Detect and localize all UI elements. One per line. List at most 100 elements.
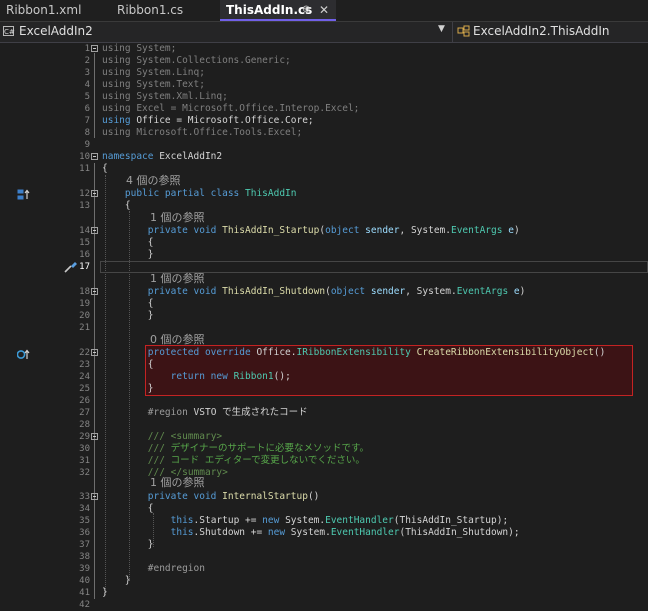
codelens-row: 0 個の参照 (0, 333, 648, 347)
code-text: } (102, 587, 108, 599)
token: { (124, 200, 131, 211)
token: () (593, 347, 606, 358)
tab-label: Ribbon1.xml (6, 3, 82, 17)
fold-toggle[interactable] (91, 433, 98, 440)
token: #endregion (147, 563, 205, 574)
line-number: 12 (79, 189, 90, 199)
code-editor[interactable]: 1 using System; 2 using System.Collectio… (0, 43, 648, 610)
tab-ribbon1-cs[interactable]: Ribbon1.cs (111, 0, 219, 21)
code-line: 31 /// コード エディターで変更しないでください。 (0, 455, 648, 467)
code-line: 29 /// <summary> (0, 431, 648, 443)
token: ThisAddIn_Startup (399, 515, 497, 526)
token: IRibbonExtensibility (296, 347, 411, 358)
token: ); (496, 515, 509, 526)
code-line: 33 private void InternalStartup() (0, 491, 648, 503)
token: using (102, 115, 131, 126)
code-text: { (102, 237, 154, 249)
fold-toggle[interactable] (91, 190, 98, 197)
token: System.Linq; (130, 67, 205, 78)
token: System; (130, 43, 177, 54)
code-line: 26 (0, 395, 648, 407)
token: デザイナーのサポートに必要なメソッドです。 (164, 443, 370, 454)
token: Ribbon1 (233, 371, 274, 382)
line-number: 22 (79, 348, 90, 358)
codelens-references[interactable]: 1 個の参照 (150, 272, 205, 285)
token: ) (519, 286, 526, 297)
code-text: private void ThisAddIn_Startup(object se… (102, 225, 520, 237)
line-number: 37 (79, 540, 90, 550)
code-text: } (102, 383, 154, 395)
code-line: 11 { (0, 163, 648, 175)
line-number: 3 (84, 68, 90, 78)
code-line: 8 using Microsoft.Office.Tools.Excel; (0, 127, 648, 139)
code-text: { (102, 359, 154, 371)
token: /// (147, 443, 165, 454)
code-text: using System.Xml.Linq; (102, 91, 228, 103)
code-text: using System.Text; (102, 79, 205, 91)
line-number: 19 (79, 299, 90, 309)
line-number: 42 (79, 600, 90, 610)
line-number: 14 (79, 226, 90, 236)
line-number: 24 (79, 372, 90, 382)
code-text: { (102, 298, 154, 310)
chevron-down-icon[interactable]: ▼ (438, 24, 445, 34)
document-tab-strip: Ribbon1.xml Ribbon1.cs ThisAddIn.cs ⊕ ✕ (0, 0, 648, 22)
fold-toggle[interactable] (91, 227, 98, 234)
token: object (325, 225, 360, 236)
line-number: 9 (84, 140, 90, 150)
project-name: ExcelAddIn2 (19, 24, 93, 38)
fold-toggle[interactable] (91, 153, 98, 160)
member-name: ExcelAddIn2.ThisAddIn (473, 24, 610, 38)
code-text: { (102, 163, 108, 174)
token: { (147, 503, 154, 514)
code-line: 42 (0, 599, 648, 611)
line-number: 2 (84, 56, 90, 66)
fold-toggle[interactable] (91, 349, 98, 356)
token: , System. (399, 225, 451, 236)
line-number: 34 (79, 504, 90, 514)
code-text: this.Startup += new System.EventHandler(… (102, 515, 509, 527)
line-number: 6 (84, 104, 90, 114)
token: { (147, 298, 154, 309)
pin-tab-icon[interactable]: ⊕ (302, 0, 310, 20)
line-number: 27 (79, 408, 90, 418)
code-line: 30 /// デザイナーのサポートに必要なメソッドです。 (0, 443, 648, 455)
tab-ribbon1-xml[interactable]: Ribbon1.xml (0, 0, 109, 21)
token: CreateRibbonExtensibilityObject (416, 347, 594, 358)
fold-toggle[interactable] (91, 288, 98, 295)
code-line: 20 } (0, 310, 648, 322)
code-line: 37 } (0, 539, 648, 551)
token: EventArgs (456, 286, 509, 297)
codelens-references[interactable]: 1 個の参照 (150, 476, 205, 489)
fold-toggle[interactable] (91, 45, 98, 52)
code-line: 1 using System; (0, 43, 648, 55)
token: private void (147, 286, 217, 297)
line-number: 4 (84, 80, 90, 90)
code-line: 39 #endregion (0, 563, 648, 575)
code-text: } (102, 539, 154, 551)
code-line: 2 using System.Collections.Generic; (0, 55, 648, 67)
line-number: 18 (79, 287, 90, 297)
code-line: 21 (0, 322, 648, 334)
token: public partial class (124, 188, 240, 199)
token: , System. (405, 286, 457, 297)
token: { (147, 359, 154, 370)
token: sender (365, 225, 400, 236)
code-line: 4 using System.Text; (0, 79, 648, 91)
codelens-references[interactable]: 1 個の参照 (150, 211, 205, 224)
code-text: using Microsoft.Office.Tools.Excel; (102, 127, 302, 139)
token: .Startup += (193, 515, 263, 526)
codelens-references[interactable]: 4 個の参照 (126, 174, 181, 187)
line-number: 15 (79, 238, 90, 248)
code-line: 40 } (0, 575, 648, 587)
code-line: 41 } (0, 587, 648, 599)
line-number: 33 (79, 492, 90, 502)
close-tab-icon[interactable]: ✕ (319, 0, 329, 20)
tab-thisaddin-cs[interactable]: ThisAddIn.cs ⊕ ✕ (220, 0, 336, 21)
codelens-references[interactable]: 0 個の参照 (150, 333, 205, 346)
token: ThisAddIn (245, 188, 297, 199)
project-dropdown[interactable]: C# ExcelAddIn2 ▼ (0, 22, 453, 42)
token: Office = Microsoft.Office.Core; (130, 115, 314, 126)
fold-toggle[interactable] (91, 493, 98, 500)
line-number: 11 (79, 164, 90, 174)
